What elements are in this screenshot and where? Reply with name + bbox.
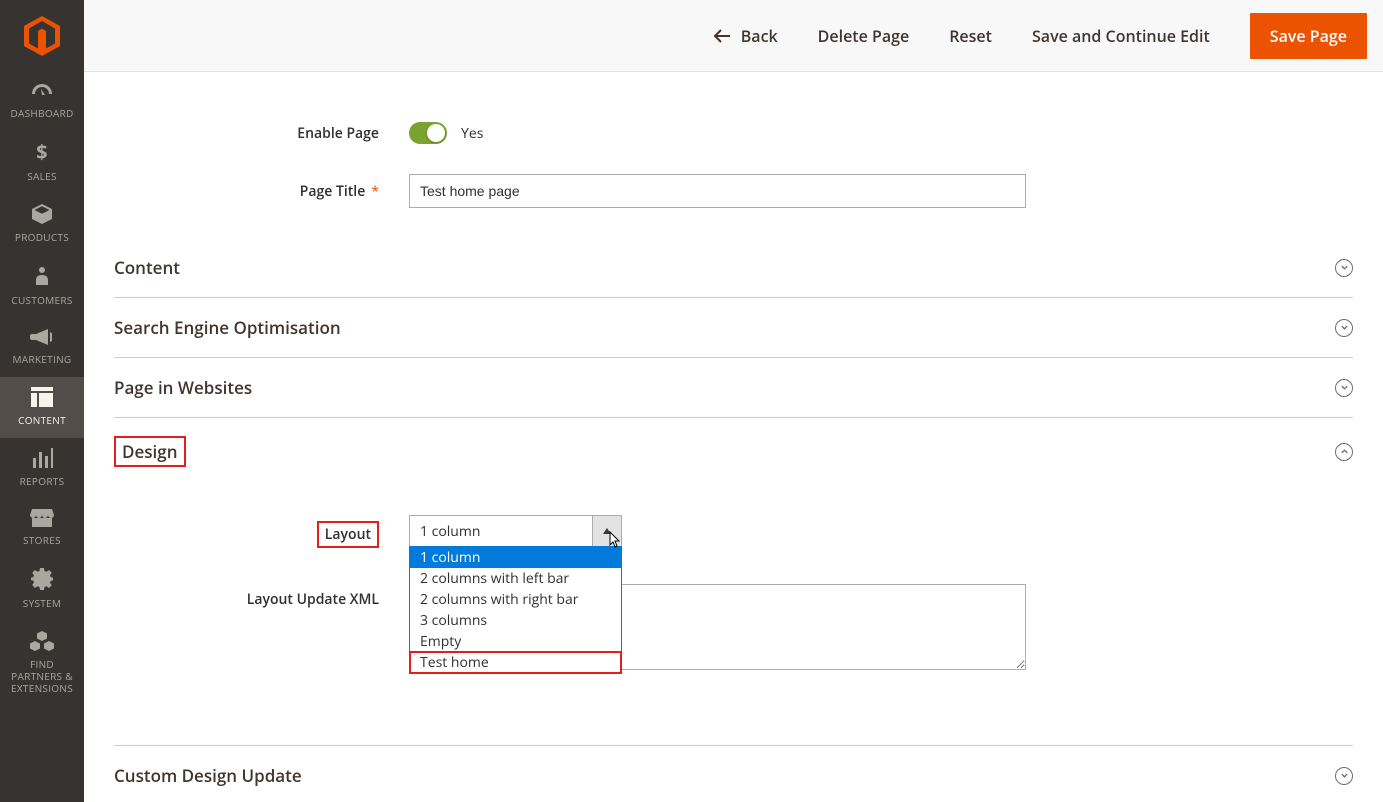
magento-logo[interactable] [0,0,84,72]
sidebar-item-label: FIND PARTNERS & EXTENSIONS [0,658,84,694]
enable-page-toggle[interactable]: Yes [409,122,483,144]
accordion-content: Content [114,238,1353,298]
layout-option[interactable]: 2 columns with left bar [410,568,621,589]
page-title-row: Page Title [114,174,1353,208]
layout-icon [31,387,53,410]
layout-row: Layout 1 column 1 column2 columns with l… [114,515,1353,548]
accordion-seo: Search Engine Optimisation [114,298,1353,358]
storefront-icon [30,509,54,530]
layout-option[interactable]: Test home [409,651,622,674]
sidebar-item-marketing[interactable]: MARKETING [0,318,84,377]
layout-option[interactable]: Empty [410,631,621,652]
sidebar-item-label: STORES [19,534,65,546]
sidebar-item-label: REPORTS [16,475,69,487]
enable-page-row: Enable Page Yes [114,122,1353,144]
main-content: Back Delete Page Reset Save and Continue… [84,0,1383,802]
bars-icon [31,448,53,471]
accordion-page-in-websites-header[interactable]: Page in Websites [114,358,1353,417]
megaphone-icon [30,328,54,349]
sidebar-item-label: SALES [23,170,61,182]
sidebar-item-label: DASHBOARD [6,107,77,119]
accordion-design-title: Design [122,440,178,463]
sidebar-item-dashboard[interactable]: DASHBOARD [0,72,84,131]
reset-button[interactable]: Reset [949,25,992,47]
accordion-custom-design-update-title: Custom Design Update [114,764,302,787]
dollar-icon: $ [35,141,49,166]
accordion-design-body: Layout 1 column 1 column2 columns with l… [114,485,1353,745]
enable-page-label: Enable Page [114,124,409,143]
select-arrow-button[interactable] [592,515,622,547]
toggle-thumb [427,124,445,142]
accordion-design-header[interactable]: Design [114,418,1353,485]
layout-dropdown: 1 column2 columns with left bar2 columns… [409,546,622,674]
sidebar-item-label: CUSTOMERS [7,294,76,306]
box-icon [31,204,53,227]
sidebar: DASHBOARD $ SALES PRODUCTS CUSTOMERS MARKETIN… [0,0,84,802]
accordion-seo-header[interactable]: Search Engine Optimisation [114,298,1353,357]
accordion-content-title: Content [114,256,180,279]
chevron-down-icon [1335,319,1353,337]
layout-update-xml-label: Layout Update XML [114,584,409,609]
back-button[interactable]: Back [713,25,778,47]
chevron-down-icon [1335,259,1353,277]
accordion-custom-design-update-header[interactable]: Custom Design Update [114,746,1353,802]
layout-label: Layout [325,525,371,544]
save-continue-button[interactable]: Save and Continue Edit [1032,25,1210,47]
accordion-design: Design Layout 1 column [114,418,1353,746]
accordion-custom-design-update: Custom Design Update [114,746,1353,802]
accordion-content-header[interactable]: Content [114,238,1353,297]
cubes-icon [30,631,54,654]
sidebar-item-sales[interactable]: $ SALES [0,131,84,194]
magento-logo-icon [24,16,60,56]
sidebar-item-stores[interactable]: STORES [0,499,84,558]
sidebar-item-label: CONTENT [14,414,70,426]
back-arrow-icon [713,29,731,43]
chevron-up-icon [1335,443,1353,461]
accordion-page-in-websites: Page in Websites [114,358,1353,418]
accordion-page-in-websites-title: Page in Websites [114,376,252,399]
sidebar-item-customers[interactable]: CUSTOMERS [0,255,84,318]
layout-label-highlight: Layout [317,521,379,548]
svg-text:$: $ [36,141,48,163]
save-page-button[interactable]: Save Page [1250,13,1367,59]
layout-option[interactable]: 3 columns [410,610,621,631]
chevron-down-icon [1335,767,1353,785]
layout-option[interactable]: 2 columns with right bar [410,589,621,610]
sidebar-item-label: SYSTEM [19,597,65,609]
person-icon [34,265,50,290]
sidebar-item-label: PRODUCTS [11,231,73,243]
dashboard-icon [30,82,54,103]
back-label: Back [741,25,778,47]
sidebar-item-products[interactable]: PRODUCTS [0,194,84,255]
sidebar-item-find-partners-extensions[interactable]: FIND PARTNERS & EXTENSIONS [0,621,84,706]
enable-page-value: Yes [461,124,483,143]
layout-select[interactable]: 1 column 1 column2 columns with left bar… [409,515,622,547]
select-arrow-up-icon [603,528,611,534]
sidebar-item-system[interactable]: SYSTEM [0,558,84,621]
top-action-bar: Back Delete Page Reset Save and Continue… [84,0,1383,72]
design-title-highlight: Design [114,436,186,467]
chevron-down-icon [1335,379,1353,397]
gear-icon [31,568,53,593]
page-title-label: Page Title [114,182,409,201]
page-title-input[interactable] [409,174,1026,208]
layout-update-xml-row: Layout Update XML [114,584,1353,675]
layout-label-wrap: Layout [114,515,409,548]
sidebar-item-reports[interactable]: REPORTS [0,438,84,499]
toggle-track [409,122,447,144]
sidebar-item-content[interactable]: CONTENT [0,377,84,438]
layout-select-value: 1 column [409,515,622,547]
sidebar-item-label: MARKETING [9,353,76,365]
delete-page-button[interactable]: Delete Page [818,25,910,47]
accordion-seo-title: Search Engine Optimisation [114,316,341,339]
layout-option[interactable]: 1 column [410,547,621,568]
